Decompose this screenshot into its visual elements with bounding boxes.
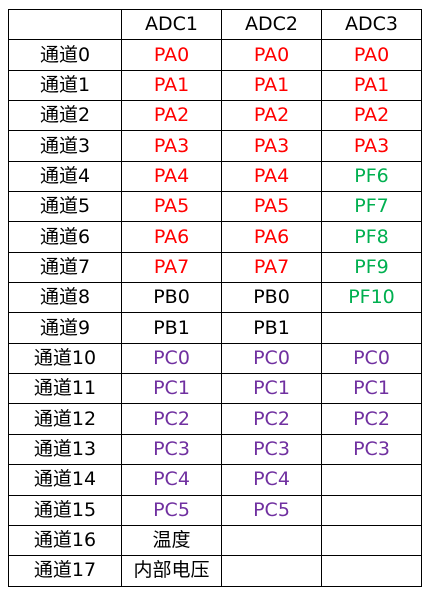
table-row: 通道13 PC3 PC3 PC3: [8, 433, 422, 466]
adc2-pin-cell: PA2: [221, 100, 322, 132]
adc3-pin-cell: PC2: [321, 403, 422, 435]
adc3-pin-cell: PA2: [321, 100, 422, 132]
adc1-pin-cell: PA7: [121, 251, 222, 284]
channel-label: 通道15: [8, 494, 122, 526]
adc3-pin-cell: PF9: [321, 251, 422, 284]
adc1-pin-cell: PA4: [121, 160, 222, 193]
adc1-pin-cell: 内部电压: [121, 555, 222, 587]
table-row: 通道17 内部电压: [8, 555, 422, 587]
adc2-pin-cell: PC0: [221, 342, 322, 375]
adc2-pin-cell: PA5: [221, 191, 322, 223]
adc1-pin-cell: PA5: [121, 191, 222, 223]
adc1-pin-cell: 温度: [121, 524, 222, 557]
adc3-pin-cell: [321, 494, 422, 526]
table-row: 通道7 PA7 PA7 PF9: [8, 251, 422, 284]
header-corner-cell: [8, 8, 122, 41]
table-row: 通道15 PC5 PC5: [8, 494, 422, 526]
adc2-pin-cell: [221, 555, 322, 587]
adc1-pin-cell: PC5: [121, 494, 222, 526]
adc3-pin-cell: PF7: [321, 191, 422, 223]
adc1-pin-cell: PB1: [121, 312, 222, 344]
adc3-pin-cell: [321, 524, 422, 557]
channel-label: 通道13: [8, 433, 122, 466]
adc2-pin-cell: [221, 524, 322, 557]
adc1-pin-cell: PC2: [121, 403, 222, 435]
adc1-pin-cell: PB0: [121, 282, 222, 314]
adc2-pin-cell: PA4: [221, 160, 322, 193]
channel-label: 通道11: [8, 373, 122, 405]
adc3-pin-cell: PA3: [321, 130, 422, 162]
table-row: 通道11 PC1 PC1 PC1: [8, 373, 422, 405]
header-adc1: ADC1: [121, 8, 222, 41]
adc2-pin-cell: PA3: [221, 130, 322, 162]
table-row: 通道1 PA1 PA1 PA1: [8, 69, 422, 102]
channel-label: 通道6: [8, 221, 122, 253]
adc3-pin-cell: PF10: [321, 282, 422, 314]
channel-label: 通道3: [8, 130, 122, 162]
adc1-pin-cell: PC1: [121, 373, 222, 405]
adc2-pin-cell: PC5: [221, 494, 322, 526]
adc2-pin-cell: PA1: [221, 69, 322, 102]
header-adc2: ADC2: [221, 8, 322, 41]
adc3-pin-cell: PF8: [321, 221, 422, 253]
adc1-pin-cell: PC3: [121, 433, 222, 466]
table-row: 通道10 PC0 PC0 PC0: [8, 342, 422, 375]
table-row: 通道12 PC2 PC2 PC2: [8, 403, 422, 435]
table-row: 通道8 PB0 PB0 PF10: [8, 282, 422, 314]
adc3-pin-cell: PC3: [321, 433, 422, 466]
adc1-pin-cell: PA1: [121, 69, 222, 102]
adc2-pin-cell: PB1: [221, 312, 322, 344]
adc2-pin-cell: PC2: [221, 403, 322, 435]
adc1-pin-cell: PA6: [121, 221, 222, 253]
channel-label: 通道16: [8, 524, 122, 557]
table-row: 通道9 PB1 PB1: [8, 312, 422, 344]
adc3-pin-cell: PA0: [321, 39, 422, 71]
table-row: 通道4 PA4 PA4 PF6: [8, 160, 422, 193]
adc1-pin-cell: PA2: [121, 100, 222, 132]
channel-label: 通道0: [8, 39, 122, 71]
adc3-pin-cell: PC0: [321, 342, 422, 375]
adc3-pin-cell: [321, 464, 422, 496]
adc3-pin-cell: PC1: [321, 373, 422, 405]
channel-label: 通道12: [8, 403, 122, 435]
channel-label: 通道10: [8, 342, 122, 375]
adc1-pin-cell: PC0: [121, 342, 222, 375]
channel-label: 通道4: [8, 160, 122, 193]
adc3-pin-cell: [321, 555, 422, 587]
table-row: 通道6 PA6 PA6 PF8: [8, 221, 422, 253]
channel-label: 通道2: [8, 100, 122, 132]
adc-table-body: ADC1 ADC2 ADC3 通道0 PA0 PA0 PA0 通道1 PA1 PA1 PA1 通…: [8, 8, 422, 587]
table-row: 通道2 PA2 PA2 PA2: [8, 100, 422, 132]
adc2-pin-cell: PC4: [221, 464, 322, 496]
adc1-pin-cell: PA0: [121, 39, 222, 71]
header-row: ADC1 ADC2 ADC3: [8, 8, 422, 41]
adc2-pin-cell: PA7: [221, 251, 322, 284]
adc3-pin-cell: PF6: [321, 160, 422, 193]
channel-label: 通道14: [8, 464, 122, 496]
table-row: 通道14 PC4 PC4: [8, 464, 422, 496]
adc3-pin-cell: PA1: [321, 69, 422, 102]
table-row: 通道0 PA0 PA0 PA0: [8, 39, 422, 71]
table-row: 通道3 PA3 PA3 PA3: [8, 130, 422, 162]
adc2-pin-cell: PA0: [221, 39, 322, 71]
adc2-pin-cell: PA6: [221, 221, 322, 253]
channel-label: 通道1: [8, 69, 122, 102]
channel-label: 通道5: [8, 191, 122, 223]
adc1-pin-cell: PC4: [121, 464, 222, 496]
channel-label: 通道9: [8, 312, 122, 344]
adc2-pin-cell: PC1: [221, 373, 322, 405]
adc1-pin-cell: PA3: [121, 130, 222, 162]
adc2-pin-cell: PB0: [221, 282, 322, 314]
channel-label: 通道8: [8, 282, 122, 314]
adc-channel-table: ADC1 ADC2 ADC3 通道0 PA0 PA0 PA0 通道1 PA1 PA1 PA1 通…: [8, 8, 422, 587]
adc3-pin-cell: [321, 312, 422, 344]
adc2-pin-cell: PC3: [221, 433, 322, 466]
channel-label: 通道7: [8, 251, 122, 284]
header-adc3: ADC3: [321, 8, 422, 41]
table-row: 通道16 温度: [8, 524, 422, 557]
channel-label: 通道17: [8, 555, 122, 587]
table-row: 通道5 PA5 PA5 PF7: [8, 191, 422, 223]
